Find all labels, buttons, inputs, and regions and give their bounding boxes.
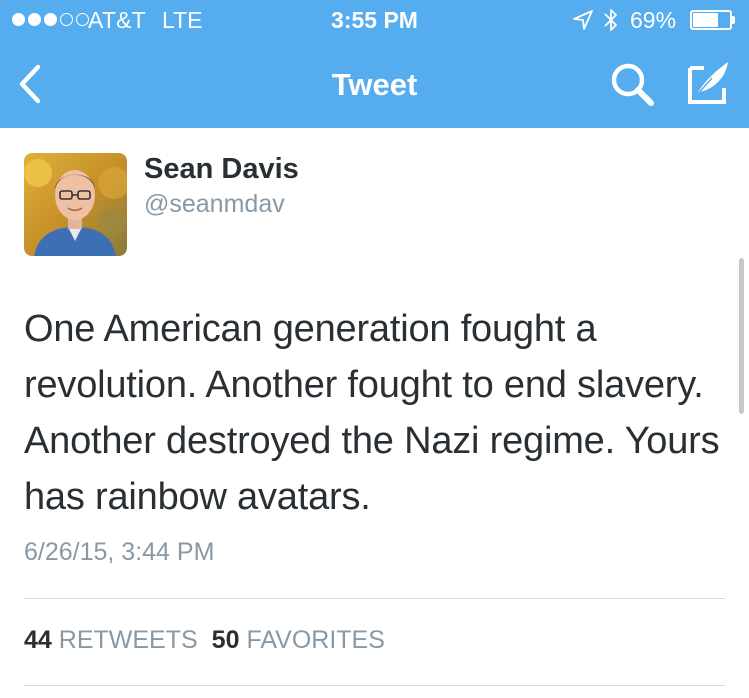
author-name[interactable]: Sean Davis: [144, 153, 299, 186]
retweets-label: RETWEETS: [58, 626, 198, 654]
header: AT&T LTE 3:55 PM 69% Tweet: [0, 0, 749, 128]
battery-percent: 69%: [630, 7, 677, 33]
tweet-stats: 44 RETWEETS 50 FAVORITES: [24, 626, 385, 655]
divider: [24, 685, 725, 686]
author-handle[interactable]: @seanmdav: [144, 190, 285, 219]
tweet-timestamp: 6/26/15, 3:44 PM: [24, 538, 215, 566]
tweet-text: One American generation fought a revolut…: [24, 308, 720, 518]
retweets-count: 44: [24, 626, 52, 654]
divider: [24, 598, 725, 599]
status-bar: AT&T LTE 3:55 PM 69%: [0, 0, 749, 40]
scrollbar[interactable]: [739, 258, 744, 414]
favorites-stat[interactable]: 50 FAVORITES: [212, 626, 385, 654]
location-arrow-icon: [573, 10, 593, 30]
favorites-count: 50: [211, 626, 240, 654]
retweets-stat[interactable]: 44 RETWEETS: [24, 626, 198, 654]
avatar[interactable]: [24, 153, 127, 256]
nav-bar: Tweet: [0, 40, 749, 128]
compose-icon[interactable]: [682, 58, 732, 108]
avatar-photo: [24, 153, 127, 256]
battery-icon: [690, 10, 736, 30]
bluetooth-icon: [604, 9, 617, 31]
search-icon[interactable]: [608, 60, 656, 108]
favorites-label: FAVORITES: [246, 626, 385, 654]
